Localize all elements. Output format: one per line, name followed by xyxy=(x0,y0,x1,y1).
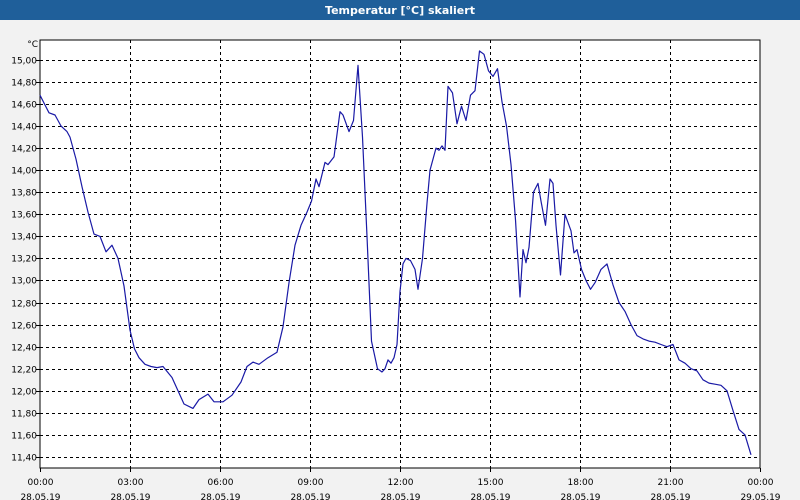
y-tick-label: 14,80 xyxy=(11,79,37,89)
y-tick-label: 14,00 xyxy=(11,167,37,177)
chart-area: 11,40 11,60 11,80 12,00 12,20 12,40 12,60 12,80… xyxy=(0,20,800,500)
y-tick-label: 11,40 xyxy=(11,454,37,464)
y-tick-label: 12,80 xyxy=(11,300,37,310)
x-tick-date-label: 28.05.19 xyxy=(20,493,60,500)
x-tick-date-label: 28.05.19 xyxy=(560,493,600,500)
y-tick-label: 13,20 xyxy=(11,255,37,265)
x-tick-time-label: 18:00 xyxy=(568,478,594,488)
x-tick-date-label: 28.05.19 xyxy=(290,493,330,500)
y-tick-label: 13,60 xyxy=(11,211,37,221)
x-tick-date-label: 28.05.19 xyxy=(650,493,690,500)
window-title-bar: Temperatur [°C] skaliert xyxy=(0,0,800,20)
x-tick-date-label: 28.05.19 xyxy=(380,493,420,500)
y-tick-label: 12,00 xyxy=(11,388,37,398)
x-tick-time-label: 06:00 xyxy=(208,478,234,488)
x-tick-time-label: 00:00 xyxy=(748,478,774,488)
x-tick-time-label: 09:00 xyxy=(298,478,324,488)
y-tick-label: 13,40 xyxy=(11,233,37,243)
y-tick-label: 11,60 xyxy=(11,432,37,442)
y-axis-unit-label: °C xyxy=(27,40,38,50)
x-tick-date-label: 29.05.19 xyxy=(740,493,780,500)
x-tick-date-label: 28.05.19 xyxy=(200,493,240,500)
x-tick-time-label: 00:00 xyxy=(28,478,54,488)
y-tick-label: 11,80 xyxy=(11,410,37,420)
y-tick-label: 15,00 xyxy=(11,57,37,67)
x-tick-time-label: 15:00 xyxy=(478,478,504,488)
y-tick-label: 14,40 xyxy=(11,123,37,133)
y-tick-label: 13,80 xyxy=(11,189,37,199)
temperature-line-chart: 11,40 11,60 11,80 12,00 12,20 12,40 12,60 12,80… xyxy=(11,39,781,500)
window-title: Temperatur [°C] skaliert xyxy=(325,3,475,17)
x-tick-time-label: 21:00 xyxy=(658,478,684,488)
x-tick-date-label: 28.05.19 xyxy=(470,493,510,500)
y-tick-label: 12,40 xyxy=(11,344,37,354)
y-tick-label: 13,00 xyxy=(11,277,37,287)
y-tick-label: 14,60 xyxy=(11,101,37,111)
x-tick-time-label: 12:00 xyxy=(388,478,414,488)
y-tick-label: 12,60 xyxy=(11,322,37,332)
chart-window: Temperatur [°C] skaliert 11,40 11,60 11,80… xyxy=(0,0,800,500)
x-tick-date-label: 28.05.19 xyxy=(110,493,150,500)
y-tick-label: 12,20 xyxy=(11,366,37,376)
x-tick-time-label: 03:00 xyxy=(118,478,144,488)
y-tick-label: 14,20 xyxy=(11,145,37,155)
